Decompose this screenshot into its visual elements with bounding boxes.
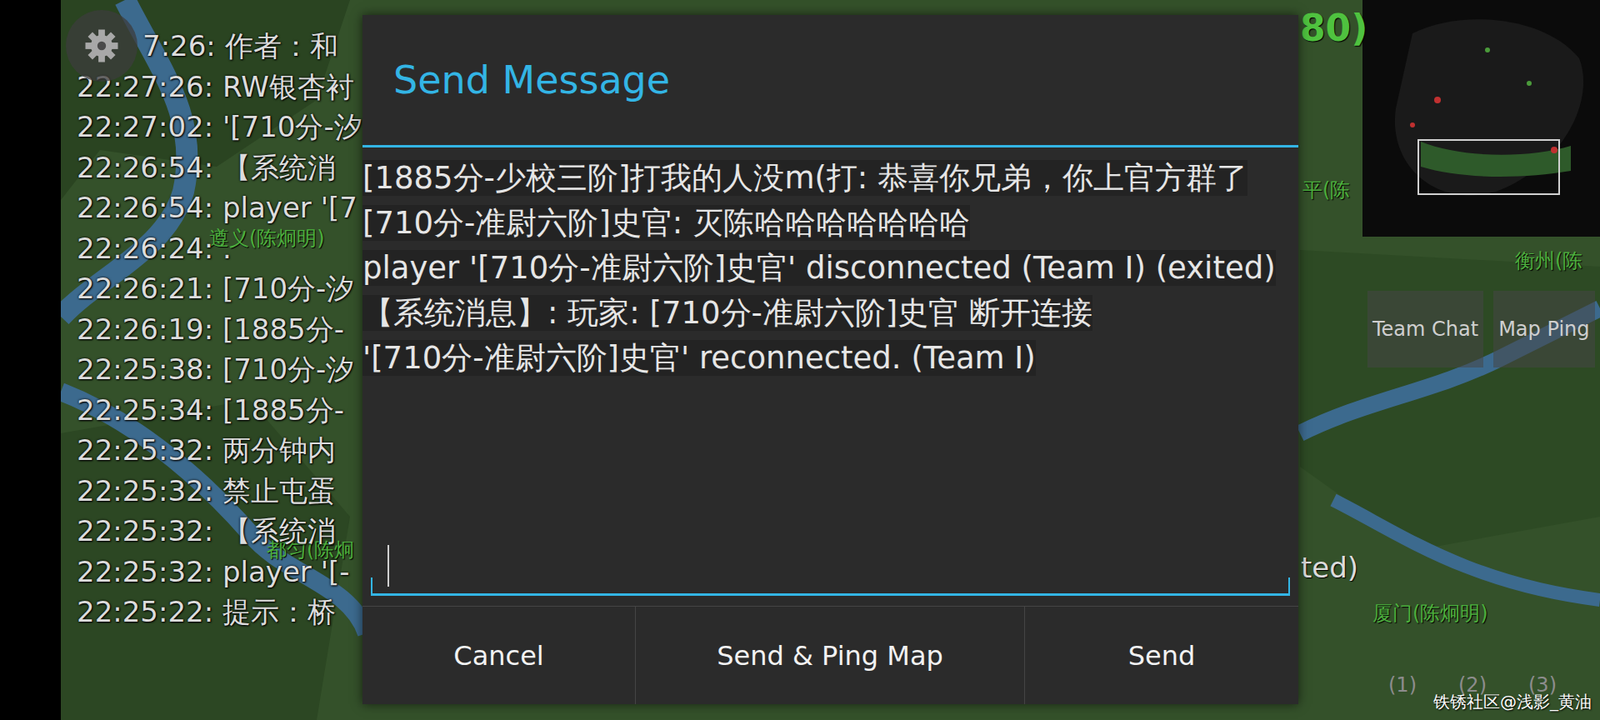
map-label: 80) <box>1300 6 1368 50</box>
chat-line: 22:25:32: 禁止屯蛋 <box>76 470 363 512</box>
chat-line: 22:26:21: [710分-汐 <box>76 268 363 310</box>
chat-log: 7:26: 作者：和22:27:26: RW银杏衬22:27:02: '[710… <box>76 25 363 633</box>
chat-line: 22:25:32: 两分钟内 <box>76 430 363 471</box>
game-screen: 7:26: 作者：和22:27:26: RW银杏衬22:27:02: '[710… <box>0 0 1600 720</box>
chat-line: 22:26:54: player '[7 <box>76 187 363 229</box>
map-label: 厦门(陈炯明) <box>1372 600 1489 627</box>
message-list: [1885分-少校三阶]打我的人没m(打: 恭喜你兄弟，你上官方群了[710分-… <box>362 147 1299 530</box>
text-cursor <box>387 545 390 587</box>
dialog-button[interactable]: Send <box>1025 606 1299 705</box>
message: [1885分-少校三阶]打我的人没m(打: 恭喜你兄弟，你上官方群了 <box>362 155 1299 201</box>
chat-line: 22:25:22: 提示：桥 <box>76 591 363 633</box>
dialog-button[interactable]: Cancel <box>362 606 636 705</box>
chat-line: 22:26:24: . <box>76 228 363 270</box>
dialog-buttons: CancelSend & Ping MapSend <box>362 605 1299 705</box>
chat-line: 22:27:02: '[710分-汐 <box>76 106 363 148</box>
send-message-dialog: Send Message[1885分-少校三阶]打我的人没m(打: 恭喜你兄弟，… <box>362 15 1299 705</box>
minimap[interactable] <box>1362 0 1600 237</box>
map-label: ted) <box>1300 550 1359 585</box>
watermark: 铁锈社区@浅影_黄油 <box>1433 690 1592 714</box>
dialog-title: Send Message <box>362 15 1299 145</box>
message: [710分-准尉六阶]史官: 灭陈哈哈哈哈哈哈哈 <box>362 200 1299 246</box>
message-input[interactable] <box>370 538 1290 596</box>
dialog-button[interactable]: Send & Ping Map <box>635 606 1025 705</box>
message: player '[710分-准尉六阶]史官' disconnected (Tea… <box>362 245 1299 291</box>
message: 【系统消息】: 玩家: [710分-准尉六阶]史官 断开连接 <box>362 290 1299 336</box>
chat-line: 22:26:54: 【系统消 <box>76 147 363 189</box>
chat-line: 22:25:32: player '[- <box>76 551 363 593</box>
hud-button[interactable]: Team Chat <box>1367 290 1484 368</box>
gear-icon[interactable] <box>80 24 124 68</box>
settings-button[interactable] <box>65 10 138 82</box>
chat-line: 22:25:38: [710分-汐 <box>76 349 363 390</box>
chat-line: 22:25:32: 【系统消 <box>76 510 363 552</box>
title-divider <box>362 145 1299 148</box>
map-label: 衡州(陈 <box>1515 247 1583 275</box>
group-slot[interactable]: (1) <box>1388 673 1417 697</box>
hud-button[interactable]: Map Ping <box>1493 290 1595 368</box>
map-label: 平(陈 <box>1302 176 1350 204</box>
hud-buttons: Team ChatMap Ping <box>1367 290 1595 368</box>
chat-line: 22:26:19: [1885分- <box>76 309 363 350</box>
chat-line: 22:25:34: [1885分- <box>76 390 363 431</box>
message: '[710分-准尉六阶]史官' reconnected. (Team I) <box>362 335 1299 381</box>
